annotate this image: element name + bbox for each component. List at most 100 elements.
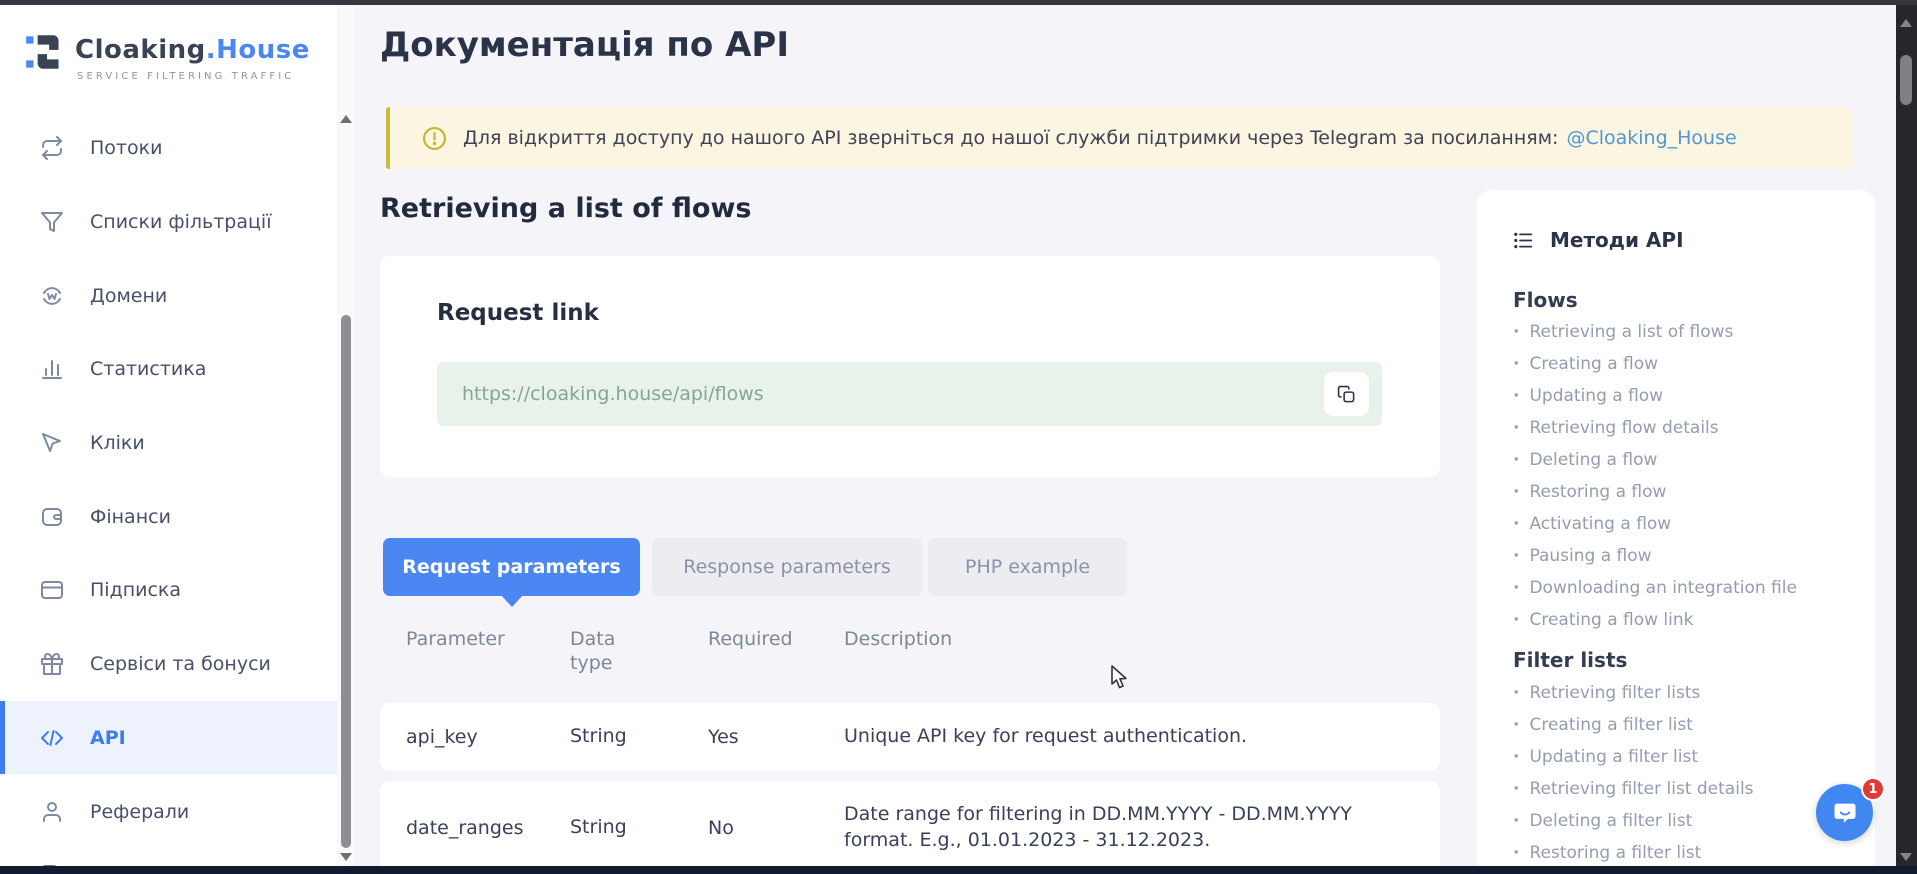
- sidebar-item-label: Потоки: [90, 137, 162, 159]
- cloaking-house-logo-icon: [25, 29, 67, 75]
- sidebar-item-statistics[interactable]: Статистика: [0, 332, 337, 405]
- column-header-data-type: Data type: [570, 628, 640, 676]
- cell-required: Yes: [708, 703, 739, 771]
- wallet-icon: [40, 505, 64, 529]
- sidebar-item-filter-lists[interactable]: Списки фільтрації: [0, 185, 337, 258]
- api-methods-panel: Методи API Flows Retrieving a list of fl…: [1477, 190, 1875, 874]
- tab-response-parameters[interactable]: Response parameters: [652, 538, 922, 596]
- method-link[interactable]: Updating a flow: [1513, 386, 1663, 406]
- globe-icon: [40, 284, 64, 308]
- sidebar-item-label: Фінанси: [90, 506, 171, 528]
- cell-parameter: api_key: [406, 703, 478, 771]
- table-header: Parameter Data type Required Description: [380, 628, 1440, 688]
- sidebar-scrollbar[interactable]: [337, 5, 355, 866]
- bar-chart-icon: [40, 357, 64, 381]
- chat-notification-badge: 1: [1861, 777, 1885, 801]
- banner-text: Для відкриття доступу до нашого API звер…: [463, 127, 1558, 149]
- method-link[interactable]: Retrieving flow details: [1513, 418, 1719, 438]
- sidebar-item-api[interactable]: API: [0, 701, 337, 774]
- sidebar-item-label: Сервіси та бонуси: [90, 653, 271, 675]
- sidebar-item-referrals[interactable]: Реферали: [0, 775, 337, 848]
- sidebar-item-label: Підписка: [90, 579, 181, 601]
- request-link-title: Request link: [437, 300, 599, 326]
- chat-bubble-icon: [1831, 799, 1859, 827]
- method-link[interactable]: Updating a filter list: [1513, 747, 1698, 767]
- request-url-field[interactable]: https://cloaking.house/api/flows: [437, 362, 1382, 426]
- api-documentation-page: Cloaking.House SERVICE FILTERING TRAFFIC…: [0, 0, 1917, 874]
- tab-php-example[interactable]: PHP example: [928, 538, 1127, 596]
- column-header-required: Required: [708, 628, 793, 650]
- copy-icon: [1337, 385, 1356, 404]
- info-alert-icon: [422, 126, 447, 151]
- method-link[interactable]: Creating a filter list: [1513, 715, 1693, 735]
- sidebar-item-label: Статистика: [90, 358, 206, 380]
- cell-data-type: String: [570, 781, 640, 874]
- scrollbar-thumb[interactable]: [1900, 55, 1912, 105]
- methods-section-filter-lists: Filter lists: [1513, 648, 1627, 672]
- method-link[interactable]: Pausing a flow: [1513, 546, 1652, 566]
- sidebar-item-domains[interactable]: Домени: [0, 259, 337, 332]
- sidebar-scrollbar-thumb[interactable]: [341, 315, 351, 848]
- table-row: date_ranges String No Date range for fil…: [380, 781, 1440, 874]
- list-icon: [1513, 230, 1534, 251]
- scroll-up-arrow-icon[interactable]: [1900, 19, 1912, 27]
- tab-request-parameters[interactable]: Request parameters: [383, 538, 640, 596]
- sidebar-item-finance[interactable]: Фінанси: [0, 480, 337, 553]
- sidebar-scroll-up-arrow-icon[interactable]: [340, 115, 352, 123]
- request-url-value: https://cloaking.house/api/flows: [462, 383, 764, 405]
- methods-section-flows: Flows: [1513, 288, 1578, 312]
- method-link[interactable]: Creating a flow link: [1513, 610, 1694, 630]
- method-link[interactable]: Retrieving a list of flows: [1513, 322, 1733, 342]
- api-methods-header: Методи API: [1513, 228, 1684, 252]
- browser-scrollbar[interactable]: [1896, 5, 1917, 866]
- sidebar-item-label: Списки фільтрації: [90, 211, 271, 233]
- logo-brand: Cloaking: [75, 35, 206, 65]
- cell-required: No: [708, 781, 734, 874]
- sidebar-item-clicks[interactable]: Кліки: [0, 406, 337, 479]
- code-icon: [40, 726, 64, 750]
- method-link[interactable]: Retrieving filter lists: [1513, 683, 1700, 703]
- telegram-link[interactable]: @Cloaking_House: [1566, 127, 1736, 149]
- method-link[interactable]: Deleting a flow: [1513, 450, 1657, 470]
- gift-icon: [40, 652, 64, 676]
- flows-repeat-icon: [40, 136, 64, 160]
- method-link[interactable]: Restoring a flow: [1513, 482, 1666, 502]
- request-link-card: Request link https://cloaking.house/api/…: [380, 256, 1440, 477]
- page-title: Документація по API: [380, 25, 789, 65]
- method-link[interactable]: Creating a flow: [1513, 354, 1658, 374]
- table-row: api_key String Yes Unique API key for re…: [380, 703, 1440, 771]
- sidebar-scroll-down-arrow-icon[interactable]: [340, 853, 352, 861]
- sidebar-item-label: Кліки: [90, 432, 145, 454]
- sidebar-item-label: Домени: [90, 285, 167, 307]
- sidebar-item-flows[interactable]: Потоки: [0, 111, 337, 184]
- sidebar-item-subscription[interactable]: Підписка: [0, 553, 337, 626]
- info-banner: Для відкриття доступу до нашого API звер…: [386, 107, 1852, 169]
- sidebar: Cloaking.House SERVICE FILTERING TRAFFIC…: [0, 5, 337, 866]
- method-link[interactable]: Restoring a filter list: [1513, 843, 1701, 863]
- api-methods-title: Методи API: [1550, 228, 1684, 252]
- method-link[interactable]: Activating a flow: [1513, 514, 1671, 534]
- section-heading: Retrieving a list of flows: [380, 193, 751, 224]
- method-link[interactable]: Deleting a filter list: [1513, 811, 1692, 831]
- window-top-edge: [0, 0, 1917, 5]
- method-link[interactable]: Downloading an integration file: [1513, 578, 1797, 598]
- sidebar-item-label: Реферали: [90, 801, 189, 823]
- copy-url-button[interactable]: [1324, 372, 1369, 416]
- method-link[interactable]: Retrieving filter list details: [1513, 779, 1754, 799]
- cell-data-type: String: [570, 703, 640, 771]
- cell-parameter: date_ranges: [406, 781, 524, 874]
- window-bottom-edge: [0, 866, 1917, 874]
- logo-tagline: SERVICE FILTERING TRAFFIC: [77, 71, 294, 82]
- cell-description: Unique API key for request authenticatio…: [844, 703, 1404, 771]
- filter-funnel-icon: [40, 210, 64, 234]
- column-header-parameter: Parameter: [406, 628, 505, 650]
- sidebar-item-services-bonuses[interactable]: Сервіси та бонуси: [0, 627, 337, 700]
- logo[interactable]: Cloaking.House SERVICE FILTERING TRAFFIC: [25, 29, 315, 89]
- logo-brand-accent: .House: [206, 35, 310, 65]
- credit-card-icon: [40, 578, 64, 602]
- cell-description: Date range for filtering in DD.MM.YYYY -…: [844, 781, 1404, 874]
- user-icon: [40, 800, 64, 824]
- column-header-description: Description: [844, 628, 952, 650]
- scroll-down-arrow-icon[interactable]: [1900, 853, 1912, 861]
- logo-text: Cloaking.House: [75, 35, 310, 65]
